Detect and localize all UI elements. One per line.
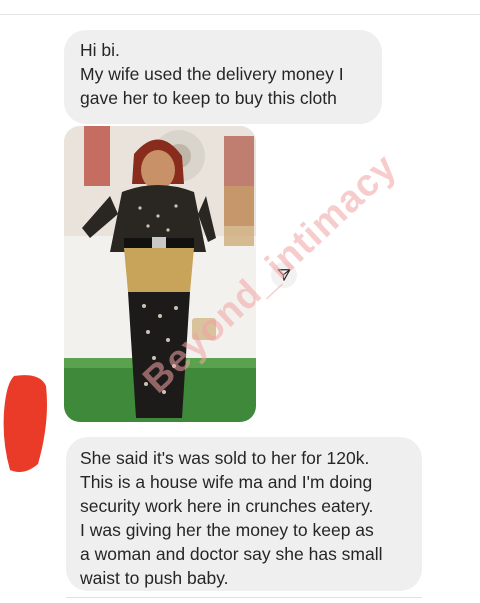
message-bubble-1: Hi bi. My wife used the delivery money I… [64,30,382,124]
top-divider [0,14,480,15]
bottom-divider [66,597,422,598]
red-brush-mark [0,372,52,476]
message-bubble-2: She said it's was sold to her for 120k. … [66,437,422,591]
